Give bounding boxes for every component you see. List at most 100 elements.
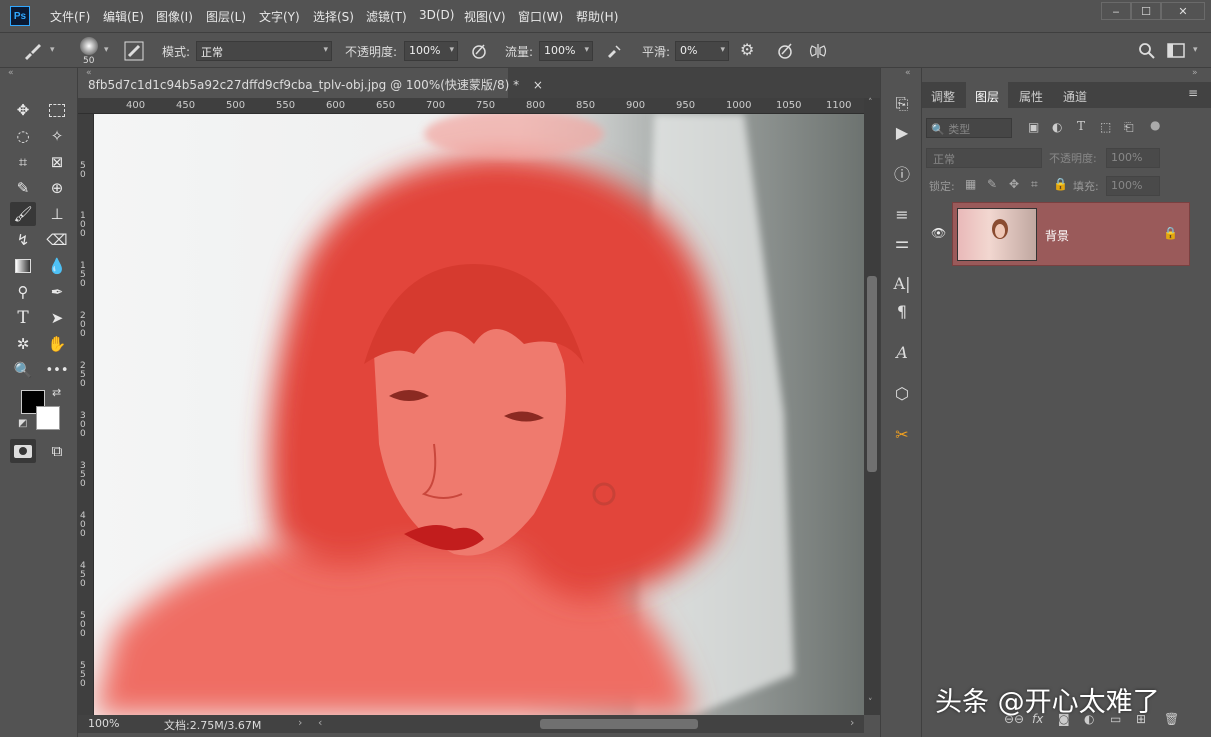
workspace-icon[interactable]: [1167, 43, 1185, 59]
3d-icon[interactable]: ⬡: [890, 381, 914, 405]
menu-3d[interactable]: 3D(D): [419, 8, 454, 22]
menu-window[interactable]: 窗口(W): [518, 8, 563, 25]
stamp-tool-icon[interactable]: ⊥: [44, 202, 70, 226]
lock-all-icon[interactable]: 🔒: [1053, 177, 1068, 191]
minimize-icon[interactable]: ‒: [1101, 2, 1131, 20]
brush-preview-icon[interactable]: [80, 37, 98, 55]
background-color-swatch[interactable]: [36, 406, 60, 430]
filter-adjustment-icon[interactable]: ◐: [1052, 120, 1062, 134]
dodge-tool-icon[interactable]: ⚲: [10, 280, 36, 304]
blur-tool-icon[interactable]: 💧: [44, 254, 70, 278]
healing-brush-icon[interactable]: ⊕: [44, 176, 70, 200]
type-tool-icon[interactable]: T: [10, 306, 36, 330]
crop-tool-icon[interactable]: ⌗: [10, 150, 36, 174]
trash-icon[interactable]: 🗑: [1164, 712, 1179, 726]
actions-play-icon[interactable]: ▶: [890, 120, 914, 144]
history-icon[interactable]: ⎘: [890, 92, 914, 116]
menu-layer[interactable]: 图层(L): [206, 8, 246, 25]
character-icon[interactable]: A|: [890, 271, 914, 295]
expand-icon[interactable]: «: [86, 68, 92, 78]
fill-input[interactable]: 100%: [1106, 176, 1160, 196]
filter-pixel-icon[interactable]: ▣: [1028, 120, 1039, 134]
lasso-tool-icon[interactable]: ◌: [10, 124, 36, 148]
document-tab[interactable]: 8fb5d7c1d1c94b5a92c27dffd9cf9cba_tplv-ob…: [78, 68, 543, 98]
brush-settings-icon[interactable]: ≡: [890, 202, 914, 226]
menu-file[interactable]: 文件(F): [50, 8, 90, 25]
move-tool-icon[interactable]: ✥: [10, 98, 36, 122]
filter-shape-icon[interactable]: ⬚: [1100, 120, 1111, 134]
flow-input[interactable]: 100% ▾: [539, 41, 593, 61]
tab-channels[interactable]: 通道: [1054, 82, 1096, 108]
tool-presets-icon[interactable]: ✂: [890, 422, 914, 446]
eye-icon[interactable]: 👁: [931, 226, 946, 240]
pen-tool-icon[interactable]: ✒: [44, 280, 70, 304]
glyphs-icon[interactable]: A: [890, 340, 914, 364]
layer-filter-select[interactable]: 🔍 类型: [926, 118, 1012, 138]
lock-transparent-icon[interactable]: ▦: [965, 177, 976, 191]
filter-type-icon[interactable]: T: [1077, 119, 1085, 133]
scroll-down-icon[interactable]: ˅: [868, 698, 873, 708]
marquee-tool-icon[interactable]: [44, 98, 70, 122]
lock-pixels-icon[interactable]: ✎: [987, 177, 997, 191]
menu-image[interactable]: 图像(I): [156, 8, 193, 25]
brush-tool-icon[interactable]: 🖌: [10, 202, 36, 226]
lock-artboard-icon[interactable]: ⌗: [1031, 177, 1038, 192]
shape-tool-icon[interactable]: ✲: [10, 332, 36, 356]
chevron-down-icon[interactable]: ▾: [50, 45, 55, 55]
brush-settings-icon[interactable]: [124, 41, 144, 61]
tab-properties[interactable]: 属性: [1010, 82, 1052, 108]
horizontal-scroll-thumb[interactable]: [540, 719, 698, 729]
path-selection-icon[interactable]: ➤: [44, 306, 70, 330]
filter-toggle-icon[interactable]: ●: [1150, 118, 1160, 132]
filter-smart-object-icon[interactable]: ⎗: [1124, 120, 1134, 135]
scroll-right-icon[interactable]: ›: [850, 716, 854, 729]
zoom-tool-icon[interactable]: 🔍: [10, 358, 36, 382]
search-icon[interactable]: [1138, 42, 1156, 60]
collapse-icon[interactable]: «: [8, 68, 14, 78]
gradient-tool-icon[interactable]: [10, 254, 36, 278]
history-brush-icon[interactable]: ↯: [10, 228, 36, 252]
panel-menu-icon[interactable]: ≡: [1188, 86, 1198, 100]
lock-position-icon[interactable]: ✥: [1009, 177, 1019, 191]
tab-adjustments[interactable]: 调整: [922, 82, 964, 108]
quick-mask-icon[interactable]: [10, 439, 36, 463]
chevron-down-icon[interactable]: ▾: [104, 45, 109, 55]
airbrush-icon[interactable]: [605, 42, 623, 60]
frame-tool-icon[interactable]: ⊠: [44, 150, 70, 174]
layer-row-background[interactable]: 背景 🔒: [952, 202, 1190, 266]
maximize-icon[interactable]: ☐: [1131, 2, 1161, 20]
eyedropper-icon[interactable]: ✎: [10, 176, 36, 200]
menu-type[interactable]: 文字(Y): [259, 8, 300, 25]
layer-opacity-input[interactable]: 100%: [1106, 148, 1160, 168]
default-colors-icon[interactable]: ◩: [18, 418, 27, 429]
paragraph-icon[interactable]: ¶: [890, 299, 914, 323]
gear-icon[interactable]: ⚙: [740, 40, 754, 59]
hand-tool-icon[interactable]: ✋: [44, 332, 70, 356]
chevron-down-icon[interactable]: ▾: [1193, 45, 1198, 55]
pressure-size-icon[interactable]: [776, 42, 794, 60]
scroll-thumb[interactable]: [867, 276, 877, 472]
symmetry-icon[interactable]: [808, 42, 828, 60]
more-tools-icon[interactable]: •••: [44, 358, 70, 382]
brush-tool-icon[interactable]: [22, 41, 42, 61]
menu-view[interactable]: 视图(V): [464, 8, 506, 25]
scroll-left-icon[interactable]: ‹: [318, 716, 322, 729]
pressure-opacity-icon[interactable]: [470, 42, 488, 60]
screen-mode-icon[interactable]: ⧉: [44, 439, 70, 463]
eraser-icon[interactable]: ⌫: [44, 228, 70, 252]
zoom-level[interactable]: 100%: [88, 717, 119, 730]
menu-help[interactable]: 帮助(H): [576, 8, 618, 25]
tab-layers[interactable]: 图层: [966, 82, 1009, 108]
opacity-input[interactable]: 100% ▾: [404, 41, 458, 61]
mode-select[interactable]: 正常 ▾: [196, 41, 332, 61]
swap-colors-icon[interactable]: ⇄: [52, 386, 61, 399]
menu-select[interactable]: 选择(S): [313, 8, 354, 25]
brush-presets-icon[interactable]: ⚌: [890, 230, 914, 254]
close-tab-icon[interactable]: ×: [533, 78, 543, 92]
collapse-icon[interactable]: «: [905, 68, 911, 78]
magic-wand-icon[interactable]: ✧: [44, 124, 70, 148]
close-window-icon[interactable]: ✕: [1161, 2, 1205, 20]
status-menu-icon[interactable]: ›: [298, 716, 302, 729]
menu-filter[interactable]: 滤镜(T): [366, 8, 407, 25]
blend-mode-select[interactable]: 正常: [926, 148, 1042, 168]
